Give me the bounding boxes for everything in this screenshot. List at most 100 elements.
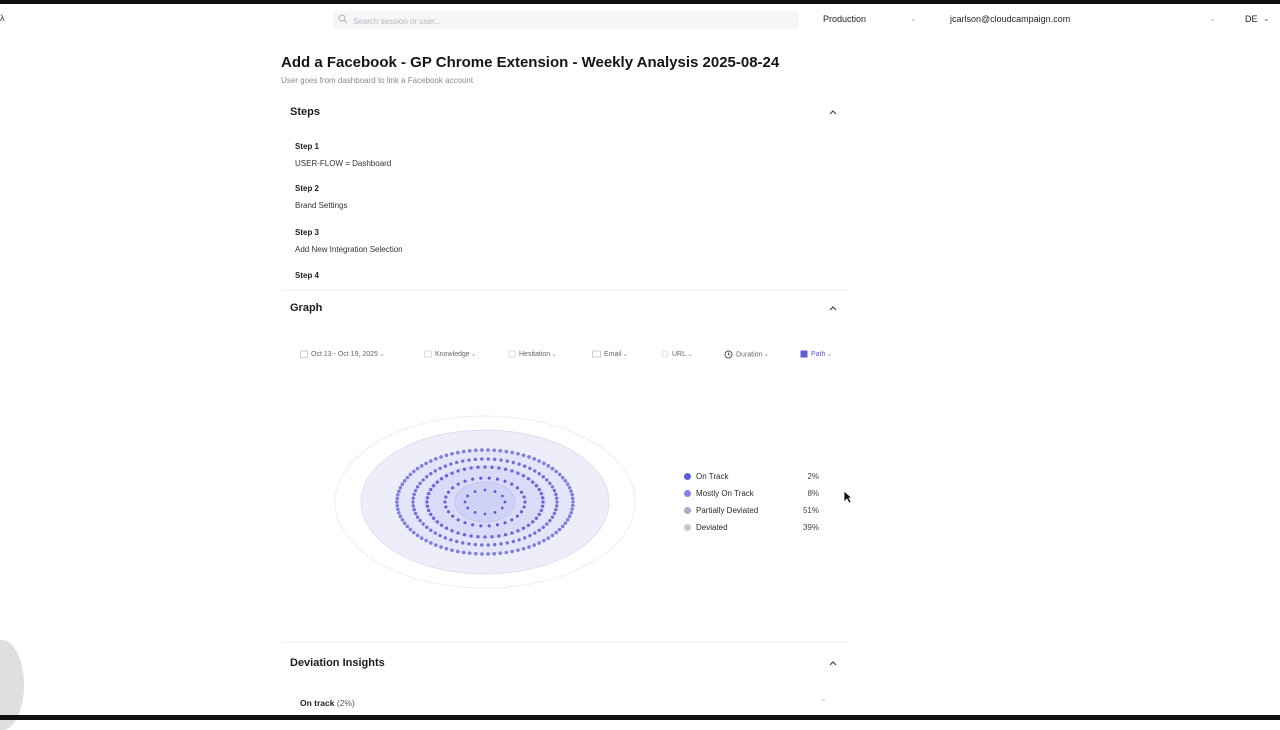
session-dot bbox=[515, 485, 520, 490]
session-dot bbox=[433, 542, 439, 548]
session-dot bbox=[466, 457, 472, 463]
step-description: Add New Integration Selection bbox=[295, 245, 403, 254]
session-dot bbox=[536, 458, 542, 464]
book-icon bbox=[424, 350, 432, 358]
environment-select[interactable]: Production bbox=[823, 14, 866, 24]
expand-icon[interactable]: ⌃ bbox=[820, 698, 827, 707]
session-dot bbox=[550, 533, 555, 538]
chevron-down-icon[interactable]: ⌄ bbox=[910, 14, 917, 23]
session-dot bbox=[527, 466, 533, 471]
session-dot bbox=[411, 507, 417, 512]
user-email[interactable]: jcarlson@cloudcampaign.com bbox=[950, 14, 1070, 24]
filter-duration[interactable]: Duration⌄ bbox=[724, 350, 769, 359]
clock-icon bbox=[724, 350, 733, 359]
session-dot bbox=[410, 499, 416, 505]
session-dot bbox=[426, 508, 431, 513]
session-dot bbox=[462, 467, 467, 472]
session-dot bbox=[428, 528, 433, 533]
filter-label: Duration bbox=[736, 351, 763, 359]
chevron-down-icon: ⌄ bbox=[470, 351, 477, 358]
session-dot bbox=[536, 540, 542, 546]
step-item: Step 3 Add New Integration Selection bbox=[295, 228, 403, 254]
link-icon bbox=[661, 350, 669, 358]
legend-item-mostly-on-track[interactable]: Mostly On Track 8% bbox=[684, 487, 819, 504]
chevron-down-icon[interactable]: ⌄ bbox=[1263, 14, 1270, 23]
session-dot bbox=[492, 510, 497, 515]
session-dot bbox=[515, 528, 521, 534]
session-dot bbox=[456, 517, 461, 522]
session-dot bbox=[444, 452, 449, 458]
legend-percent: 39% bbox=[802, 523, 819, 532]
session-dot bbox=[554, 495, 559, 501]
session-dot bbox=[553, 530, 559, 535]
session-dot bbox=[554, 503, 559, 509]
session-dot bbox=[547, 518, 553, 523]
legend-item-deviated[interactable]: Deviated 39% bbox=[684, 521, 819, 538]
session-dot bbox=[515, 471, 521, 476]
deviation-section-header[interactable]: Deviation Insights bbox=[283, 649, 849, 679]
legend-item-partially-deviated[interactable]: Partially Deviated 51% bbox=[684, 504, 819, 521]
session-dot bbox=[473, 542, 478, 547]
filter-url[interactable]: URL⌄ bbox=[661, 350, 693, 358]
session-dot bbox=[526, 523, 531, 528]
session-dot bbox=[449, 451, 455, 457]
filter-date-range[interactable]: Oct 13 - Oct 19, 2025⌄ bbox=[300, 350, 385, 359]
session-dot bbox=[547, 481, 553, 486]
legend-label: Deviated bbox=[696, 523, 728, 532]
session-dot bbox=[498, 457, 504, 463]
legend-label: On Track bbox=[696, 472, 729, 481]
pause-icon bbox=[508, 350, 516, 358]
chevron-down-icon: ⌄ bbox=[378, 351, 385, 358]
session-dot bbox=[540, 504, 545, 509]
filter-knowledge[interactable]: Knowledge⌄ bbox=[424, 350, 477, 358]
session-dot bbox=[541, 474, 546, 479]
session-dot bbox=[540, 495, 545, 500]
chevron-up-icon[interactable] bbox=[828, 658, 838, 668]
chevron-up-icon[interactable] bbox=[828, 303, 838, 313]
session-dot bbox=[505, 458, 510, 464]
session-dot bbox=[497, 550, 503, 556]
chevron-up-icon[interactable] bbox=[828, 107, 838, 117]
session-dot bbox=[435, 479, 440, 485]
session-dot bbox=[502, 499, 507, 504]
chevron-down-icon: ⌄ bbox=[826, 351, 833, 358]
legend-item-on-track[interactable]: On Track 2% bbox=[684, 470, 819, 487]
session-dot bbox=[437, 466, 443, 471]
session-dot bbox=[531, 542, 537, 548]
filter-path[interactable]: Path⌄ bbox=[800, 350, 832, 358]
deviation-on-track-row[interactable]: On track (2%) bbox=[300, 698, 355, 708]
session-dot bbox=[482, 464, 488, 470]
session-dot bbox=[415, 484, 420, 490]
session-dot bbox=[479, 456, 484, 462]
session-dot bbox=[444, 525, 449, 531]
chevron-down-icon[interactable]: ⌄ bbox=[1209, 14, 1216, 23]
graph-section-header[interactable]: Graph bbox=[283, 294, 849, 324]
path-deviation-chart[interactable] bbox=[333, 412, 637, 592]
session-dot bbox=[424, 474, 429, 479]
language-select[interactable]: DE bbox=[1245, 14, 1258, 24]
session-dot bbox=[423, 538, 429, 543]
session-dot bbox=[439, 476, 444, 481]
filter-email[interactable]: Email⌄ bbox=[592, 350, 628, 358]
search-box[interactable] bbox=[333, 11, 799, 30]
session-dot bbox=[408, 527, 413, 532]
session-dot bbox=[411, 469, 417, 474]
session-dot bbox=[500, 493, 505, 498]
steps-section-header[interactable]: Steps bbox=[283, 98, 849, 128]
filter-hesitation[interactable]: Hesitation⌄ bbox=[508, 350, 557, 358]
session-dot bbox=[426, 491, 431, 496]
legend-swatch bbox=[684, 490, 691, 497]
session-dot bbox=[553, 507, 559, 512]
search-input[interactable] bbox=[351, 12, 775, 30]
session-dot bbox=[522, 494, 527, 500]
steps-list[interactable]: Step 1 USER-FLOW = Dashboard Step 2 Bran… bbox=[295, 140, 835, 283]
session-dot bbox=[431, 483, 436, 488]
session-dot bbox=[550, 514, 555, 520]
session-dot bbox=[462, 499, 467, 504]
session-dot bbox=[498, 541, 504, 547]
session-dot bbox=[462, 520, 468, 525]
session-dot bbox=[425, 504, 430, 509]
session-dot bbox=[473, 551, 479, 557]
app-logo[interactable]: λ bbox=[0, 13, 5, 23]
session-dot bbox=[537, 471, 542, 476]
